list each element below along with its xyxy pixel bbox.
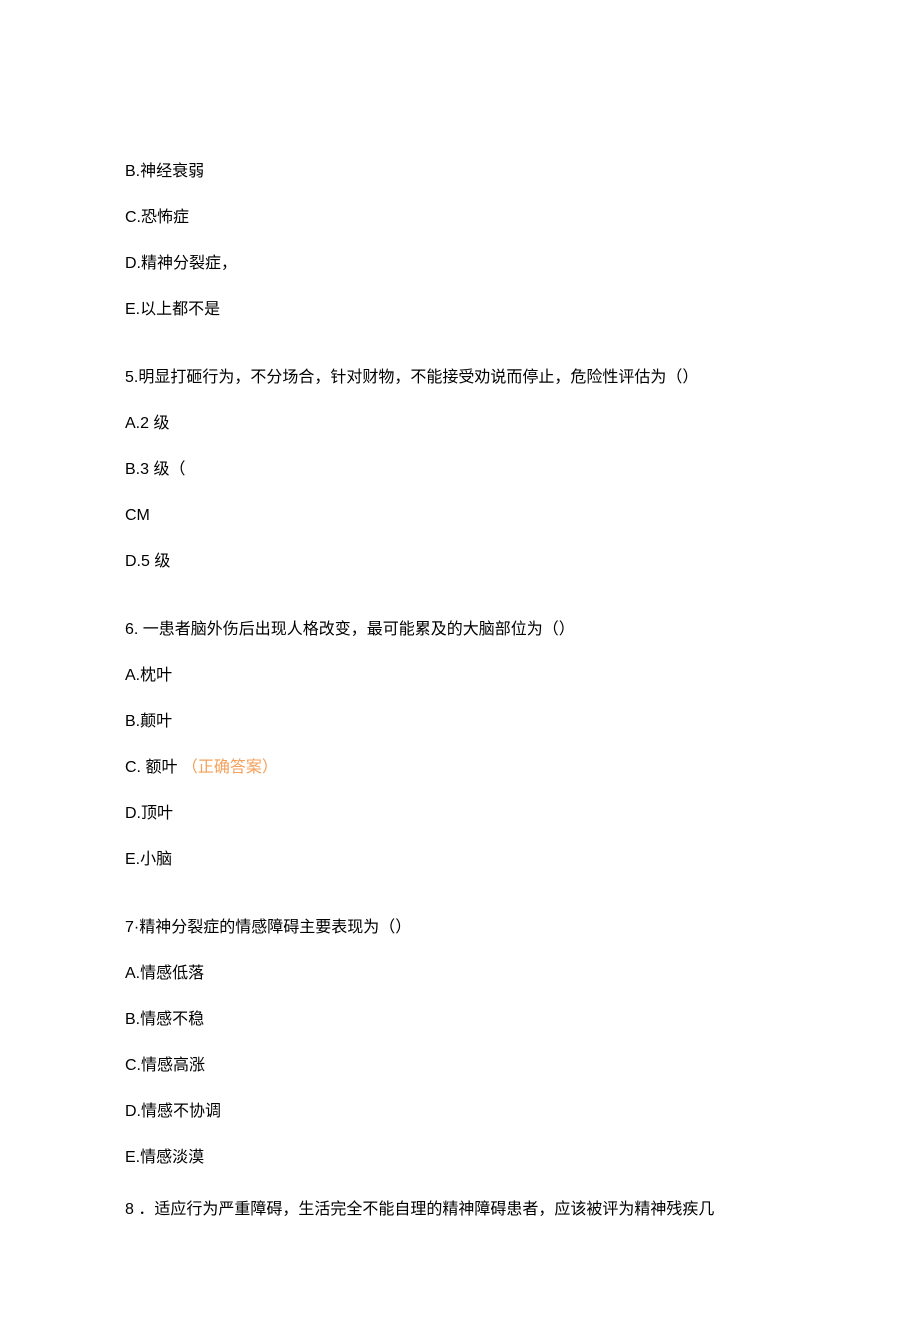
document-page: B.神经衰弱 C.恐怖症 D.精神分裂症， E.以上都不是 5.明显打砸行为，不… bbox=[0, 0, 920, 1344]
q7-option-d: D.情感不协调 bbox=[125, 1100, 795, 1124]
q5-option-b: B.3 级（ bbox=[125, 458, 795, 482]
q5-option-c: CM bbox=[125, 504, 795, 528]
q7-option-b: B.情感不稳 bbox=[125, 1008, 795, 1032]
q4-option-c: C.恐怖症 bbox=[125, 206, 795, 230]
q6-option-e: E.小脑 bbox=[125, 848, 795, 872]
q6-option-d: D.顶叶 bbox=[125, 802, 795, 826]
q6-option-b: B.颠叶 bbox=[125, 710, 795, 734]
q6-option-c: C. 额叶 （正确答案） bbox=[125, 756, 795, 780]
q7-stem: 7·精神分裂症的情感障碍主要表现为（） bbox=[125, 916, 795, 940]
q5-stem: 5.明显打砸行为，不分场合，针对财物，不能接受劝说而停止，危险性评估为（） bbox=[125, 366, 795, 390]
q5-option-a: A.2 级 bbox=[125, 412, 795, 436]
q6-stem: 6. 一患者脑外伤后出现人格改变，最可能累及的大脑部位为（） bbox=[125, 618, 795, 642]
q4-option-e: E.以上都不是 bbox=[125, 298, 795, 322]
q5-option-d: D.5 级 bbox=[125, 550, 795, 574]
correct-answer-mark: （正确答案） bbox=[182, 759, 278, 776]
q4-option-b: B.神经衰弱 bbox=[125, 160, 795, 184]
q7-option-a: A.情感低落 bbox=[125, 962, 795, 986]
q6-option-c-text: C. 额叶 bbox=[125, 759, 177, 776]
q7-option-c: C.情感高涨 bbox=[125, 1054, 795, 1078]
q8-stem: 8 ．适应行为严重障碍，生活完全不能自理的精神障碍患者，应该被评为精神残疾几 bbox=[125, 1198, 795, 1222]
q6-option-a: A.枕叶 bbox=[125, 664, 795, 688]
q4-option-d: D.精神分裂症， bbox=[125, 252, 795, 276]
q7-option-e: E.情感淡漠 bbox=[125, 1146, 795, 1170]
